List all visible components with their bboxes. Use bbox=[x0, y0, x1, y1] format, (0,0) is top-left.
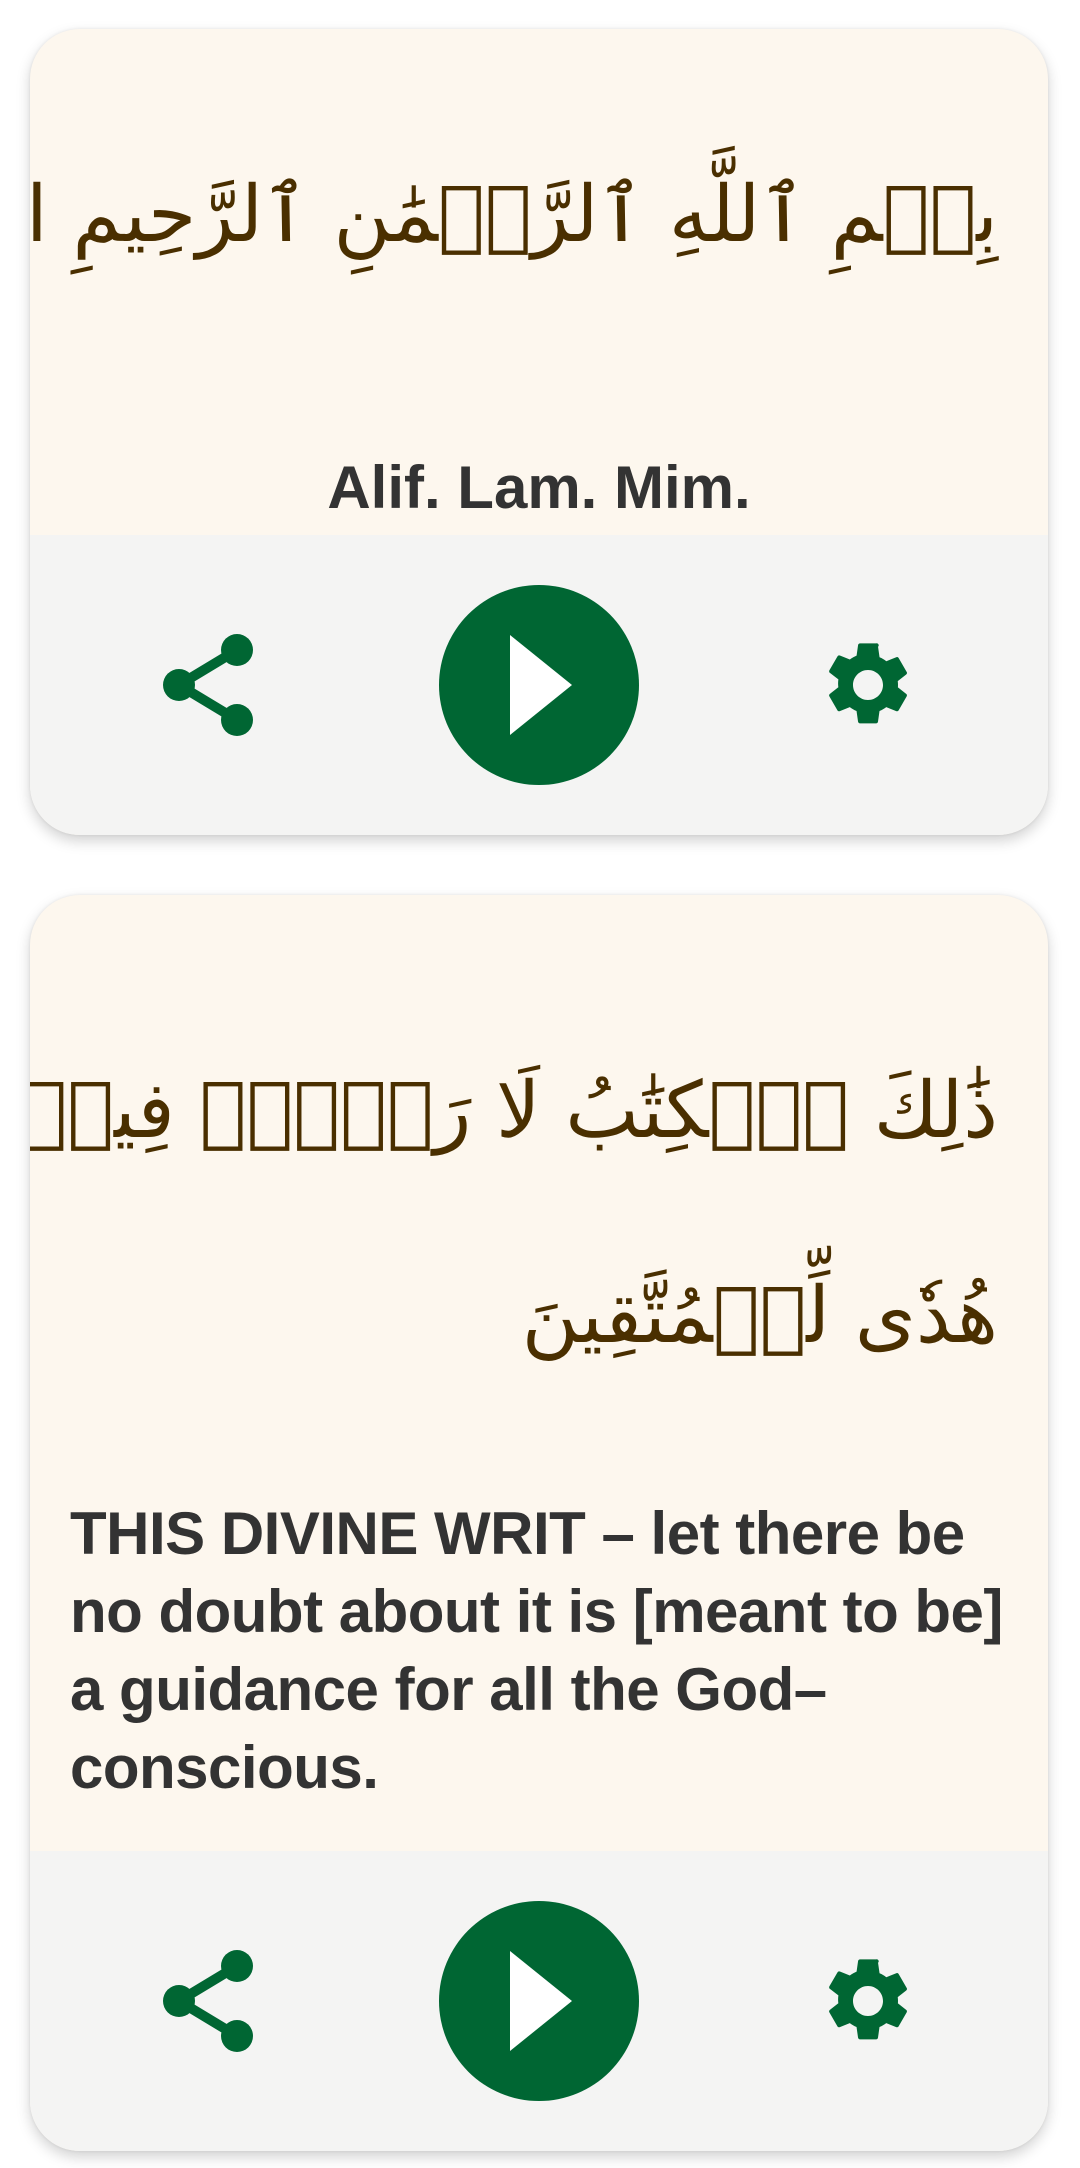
ayah-content: بِسۡمِ ٱللَّهِ ٱلرَّحۡمَٰنِ ٱلرَّحِيمِ ا… bbox=[30, 29, 1048, 535]
settings-button[interactable] bbox=[813, 1946, 923, 2056]
share-icon bbox=[163, 1950, 253, 2052]
play-icon bbox=[510, 635, 572, 735]
arabic-text-line-1: ذَٰلِكَ ٱلۡكِتَٰبُ لَا رَيۡبَۛ فِيهِۛ bbox=[30, 1066, 998, 1156]
share-button[interactable] bbox=[155, 1946, 265, 2056]
ayah-controls bbox=[30, 1851, 1048, 2151]
translation-text: Alif. Lam. Mim. bbox=[327, 454, 751, 521]
gear-icon bbox=[829, 1959, 907, 2040]
ayah-card: بِسۡمِ ٱللَّهِ ٱلرَّحۡمَٰنِ ٱلرَّحِيمِ ا… bbox=[30, 29, 1048, 835]
play-button[interactable] bbox=[439, 585, 639, 785]
settings-button[interactable] bbox=[813, 630, 923, 740]
arabic-text-line-2: هُدٗى لِّلۡمُتَّقِينَ bbox=[521, 1271, 998, 1361]
gear-icon bbox=[829, 643, 907, 724]
translation-text: THIS DIVINE WRIT – let there be no doubt… bbox=[70, 1500, 1003, 1801]
play-icon bbox=[510, 1951, 572, 2051]
arabic-text: بِسۡمِ ٱللَّهِ ٱلرَّحۡمَٰنِ ٱلرَّحِيمِ ا… bbox=[30, 170, 998, 260]
ayah-content: ذَٰلِكَ ٱلۡكِتَٰبُ لَا رَيۡبَۛ فِيهِۛ هُ… bbox=[30, 895, 1048, 1851]
share-icon bbox=[163, 634, 253, 736]
share-button[interactable] bbox=[155, 630, 265, 740]
play-button[interactable] bbox=[439, 1901, 639, 2101]
ayah-card: ذَٰلِكَ ٱلۡكِتَٰبُ لَا رَيۡبَۛ فِيهِۛ هُ… bbox=[30, 895, 1048, 2151]
ayah-controls bbox=[30, 535, 1048, 835]
